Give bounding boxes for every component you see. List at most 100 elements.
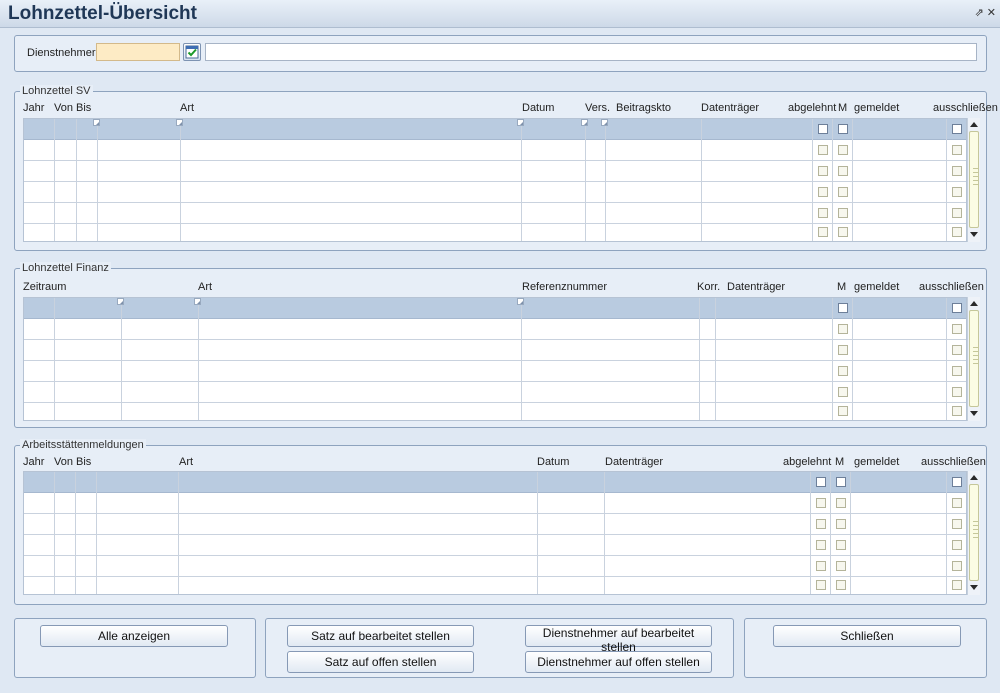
ausschliessen-checkbox[interactable]	[952, 324, 962, 334]
ausschliessen-checkbox[interactable]	[952, 498, 962, 508]
sort-handle-icon[interactable]	[581, 119, 588, 126]
column-divider	[605, 119, 606, 241]
m-checkbox[interactable]	[838, 366, 848, 376]
set-employee-edited-button[interactable]: Dienstnehmer auf bearbeitet stellen	[525, 625, 712, 654]
finanz-scrollbar[interactable]	[967, 297, 980, 421]
m-checkbox[interactable]	[838, 406, 848, 416]
scroll-up-icon[interactable]	[970, 301, 978, 306]
scroll-up-icon[interactable]	[970, 122, 978, 127]
column-divider	[812, 119, 813, 241]
m-checkbox[interactable]	[838, 145, 848, 155]
scroll-down-icon[interactable]	[970, 411, 978, 416]
ausschliessen-checkbox[interactable]	[952, 477, 962, 487]
set-employee-open-button[interactable]: Dienstnehmer auf offen stellen	[525, 651, 712, 673]
sort-handle-icon[interactable]	[517, 119, 524, 126]
abgelehnt-checkbox[interactable]	[816, 519, 826, 529]
scroll-up-icon[interactable]	[970, 475, 978, 480]
close-button[interactable]: Schließen	[773, 625, 961, 647]
abgelehnt-checkbox[interactable]	[818, 227, 828, 237]
scroll-down-icon[interactable]	[970, 585, 978, 590]
sort-handle-icon[interactable]	[601, 119, 608, 126]
m-checkbox[interactable]	[838, 166, 848, 176]
abgelehnt-checkbox[interactable]	[816, 580, 826, 590]
m-checkbox[interactable]	[836, 580, 846, 590]
table-row[interactable]	[24, 361, 966, 382]
m-checkbox[interactable]	[838, 303, 848, 313]
abgelehnt-checkbox[interactable]	[816, 540, 826, 550]
grip-icon	[973, 521, 978, 541]
m-checkbox[interactable]	[836, 540, 846, 550]
m-checkbox[interactable]	[838, 227, 848, 237]
abgelehnt-checkbox[interactable]	[818, 208, 828, 218]
ausschliessen-checkbox[interactable]	[952, 145, 962, 155]
m-checkbox[interactable]	[836, 498, 846, 508]
ausschliessen-checkbox[interactable]	[952, 166, 962, 176]
ausschliessen-checkbox[interactable]	[952, 580, 962, 590]
scroll-thumb[interactable]	[969, 310, 979, 407]
scroll-down-icon[interactable]	[970, 232, 978, 237]
m-checkbox[interactable]	[838, 208, 848, 218]
table-row[interactable]	[24, 402, 966, 420]
ausschliessen-checkbox[interactable]	[952, 227, 962, 237]
ausschliessen-checkbox[interactable]	[952, 519, 962, 529]
set-record-open-button[interactable]: Satz auf offen stellen	[287, 651, 474, 673]
scroll-thumb[interactable]	[969, 131, 979, 228]
asm-header-datentraeger: Datenträger	[605, 456, 664, 468]
ausschliessen-checkbox[interactable]	[952, 540, 962, 550]
abgelehnt-checkbox[interactable]	[818, 187, 828, 197]
ausschliessen-checkbox[interactable]	[952, 303, 962, 313]
show-all-button[interactable]: Alle anzeigen	[40, 625, 228, 647]
column-divider	[76, 119, 77, 241]
minimize-icon[interactable]: ⇗	[975, 7, 984, 19]
column-divider	[715, 298, 716, 420]
ausschliessen-checkbox[interactable]	[952, 406, 962, 416]
ausschliessen-checkbox[interactable]	[952, 187, 962, 197]
employee-name-input[interactable]	[205, 43, 977, 61]
ausschliessen-checkbox[interactable]	[952, 124, 962, 134]
table-row[interactable]	[24, 382, 966, 403]
table-row[interactable]	[24, 319, 966, 340]
m-checkbox[interactable]	[838, 124, 848, 134]
table-row[interactable]	[24, 298, 966, 319]
scroll-thumb[interactable]	[969, 484, 979, 581]
column-divider	[830, 472, 831, 594]
ausschliessen-checkbox[interactable]	[952, 561, 962, 571]
abgelehnt-checkbox[interactable]	[818, 124, 828, 134]
abgelehnt-checkbox[interactable]	[818, 166, 828, 176]
sort-handle-icon[interactable]	[194, 298, 201, 305]
abgelehnt-checkbox[interactable]	[818, 145, 828, 155]
ausschliessen-checkbox[interactable]	[952, 387, 962, 397]
employee-lookup-button[interactable]	[183, 43, 201, 61]
m-checkbox[interactable]	[838, 324, 848, 334]
m-checkbox[interactable]	[838, 387, 848, 397]
asm-header-datum: Datum	[537, 456, 570, 468]
ausschliessen-checkbox[interactable]	[952, 366, 962, 376]
m-checkbox[interactable]	[838, 187, 848, 197]
employee-id-input[interactable]	[96, 43, 180, 61]
m-checkbox[interactable]	[836, 477, 846, 487]
sort-handle-icon[interactable]	[93, 119, 100, 126]
abgelehnt-checkbox[interactable]	[816, 561, 826, 571]
asm-table[interactable]	[23, 471, 967, 595]
close-icon[interactable]: ✕	[987, 7, 996, 19]
m-checkbox[interactable]	[836, 519, 846, 529]
m-checkbox[interactable]	[836, 561, 846, 571]
ausschliessen-checkbox[interactable]	[952, 345, 962, 355]
abgelehnt-checkbox[interactable]	[816, 477, 826, 487]
sort-handle-icon[interactable]	[517, 298, 524, 305]
m-checkbox[interactable]	[838, 345, 848, 355]
sv-scrollbar[interactable]	[967, 118, 980, 242]
set-record-edited-button[interactable]: Satz auf bearbeitet stellen	[287, 625, 474, 647]
sv-header-beitragskto: Beitragskto	[616, 102, 672, 114]
sv-header-abgelehnt: abgelehnt	[788, 102, 837, 114]
lohnzettel-sv-panel: Lohnzettel SV Jahr Von Bis Art Datum Ver…	[14, 85, 998, 251]
finanz-table[interactable]	[23, 297, 967, 421]
abgelehnt-checkbox[interactable]	[816, 498, 826, 508]
ausschliessen-checkbox[interactable]	[952, 208, 962, 218]
sort-handle-icon[interactable]	[117, 298, 124, 305]
sort-handle-icon[interactable]	[176, 119, 183, 126]
finanz-header-art: Art	[198, 281, 213, 293]
table-row[interactable]	[24, 340, 966, 361]
asm-scrollbar[interactable]	[967, 471, 980, 595]
sv-table[interactable]	[23, 118, 967, 242]
